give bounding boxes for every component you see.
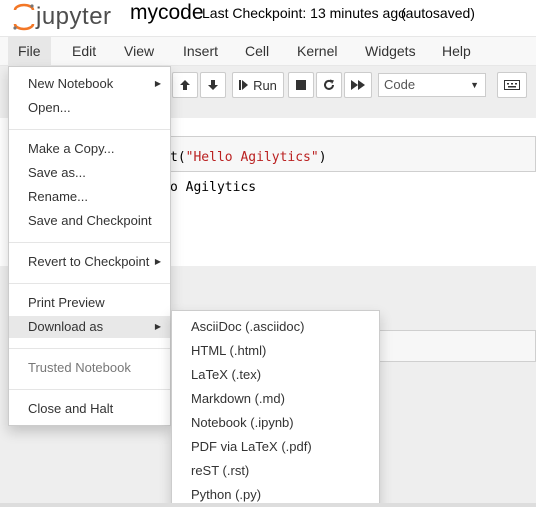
- code-input[interactable]: t("Hello Agilytics"): [170, 150, 327, 165]
- cell-type-value: Code: [384, 77, 416, 92]
- menu-item-trusted-notebook: Trusted Notebook: [28, 360, 131, 375]
- menu-divider: [9, 242, 170, 243]
- menu-item-revert-checkpoint[interactable]: Revert to Checkpoint ▶: [9, 251, 170, 273]
- command-palette-button[interactable]: [497, 72, 527, 98]
- download-as-label: Download as: [28, 319, 104, 334]
- download-html[interactable]: HTML (.html): [172, 340, 379, 362]
- download-submenu: AsciiDoc (.asciidoc) HTML (.html) LaTeX …: [171, 310, 380, 507]
- run-label: Run: [253, 77, 277, 93]
- menu-item-close-halt[interactable]: Close and Halt: [9, 398, 170, 420]
- code-prefix: t(: [170, 150, 186, 165]
- menu-divider: [9, 348, 170, 349]
- menu-divider: [9, 283, 170, 284]
- notebook-name[interactable]: mycode: [130, 1, 204, 25]
- revert-label: Revert to Checkpoint: [28, 254, 150, 269]
- download-notebook[interactable]: Notebook (.ipynb): [172, 412, 379, 434]
- menu-edit[interactable]: Edit: [62, 37, 106, 65]
- restart-button[interactable]: [316, 72, 342, 98]
- menu-view[interactable]: View: [114, 37, 164, 65]
- submenu-caret-icon: ▶: [154, 79, 161, 88]
- menu-item-save-as[interactable]: Save as...: [9, 162, 170, 184]
- stop-icon: [296, 80, 306, 90]
- cell-type-select[interactable]: Code ▼: [378, 73, 486, 97]
- menu-item-make-copy[interactable]: Make a Copy...: [9, 138, 170, 160]
- submenu-caret-icon: ▶: [154, 257, 161, 266]
- fast-forward-icon: [351, 80, 365, 90]
- submenu-caret-icon: ▶: [154, 322, 161, 331]
- code-suffix: ): [318, 150, 327, 165]
- run-button[interactable]: Run: [232, 72, 284, 98]
- cell-output: o Agilytics: [170, 180, 257, 195]
- autosave-status: (autosaved): [401, 5, 475, 21]
- menu-item-open[interactable]: Open...: [9, 97, 170, 119]
- refresh-icon: [324, 79, 334, 90]
- menu-item-save-checkpoint[interactable]: Save and Checkpoint: [9, 210, 170, 232]
- new-notebook-label: New Notebook: [28, 76, 114, 91]
- menu-divider: [9, 129, 170, 130]
- jupyter-logo[interactable]: jupyter: [12, 2, 112, 32]
- move-down-button[interactable]: [200, 72, 226, 98]
- menu-widgets[interactable]: Widgets: [355, 37, 426, 65]
- dropdown-caret-icon: ▼: [470, 80, 479, 90]
- download-asciidoc[interactable]: AsciiDoc (.asciidoc): [172, 316, 379, 338]
- header: jupyter mycode Last Checkpoint: 13 minut…: [0, 0, 536, 36]
- menu-insert[interactable]: Insert: [173, 37, 228, 65]
- restart-run-all-button[interactable]: [344, 72, 372, 98]
- menu-item-new-notebook[interactable]: New Notebook ▶: [9, 73, 170, 95]
- menu-divider: [9, 389, 170, 390]
- menu-file[interactable]: File: [8, 37, 51, 65]
- keyboard-icon: [504, 80, 520, 90]
- download-latex[interactable]: LaTeX (.tex): [172, 364, 379, 386]
- menu-item-rename[interactable]: Rename...: [9, 186, 170, 208]
- download-rest[interactable]: reST (.rst): [172, 460, 379, 482]
- code-string: "Hello Agilytics": [185, 150, 319, 165]
- file-menu-dropdown: New Notebook ▶ Open... Make a Copy... Sa…: [8, 66, 171, 426]
- checkpoint-status: Last Checkpoint: 13 minutes ago: [202, 5, 406, 21]
- step-forward-icon: [239, 80, 249, 90]
- menu-kernel[interactable]: Kernel: [287, 37, 347, 65]
- interrupt-button[interactable]: [288, 72, 314, 98]
- menu-item-download-as[interactable]: Download as ▶: [9, 316, 170, 338]
- menu-item-print-preview[interactable]: Print Preview: [9, 292, 170, 314]
- jupyter-logo-icon: [13, 3, 35, 31]
- logo-text: jupyter: [36, 3, 112, 30]
- download-markdown[interactable]: Markdown (.md): [172, 388, 379, 410]
- scrollbar-track[interactable]: [0, 503, 536, 507]
- arrow-up-icon: [180, 80, 190, 90]
- download-pdf[interactable]: PDF via LaTeX (.pdf): [172, 436, 379, 458]
- toolbar: Run Code ▼: [170, 70, 536, 100]
- move-up-button[interactable]: [172, 72, 198, 98]
- arrow-down-icon: [208, 80, 218, 90]
- menu-help[interactable]: Help: [432, 37, 481, 65]
- menubar: File Edit View Insert Cell Kernel Widget…: [0, 36, 536, 66]
- menu-cell[interactable]: Cell: [235, 37, 279, 65]
